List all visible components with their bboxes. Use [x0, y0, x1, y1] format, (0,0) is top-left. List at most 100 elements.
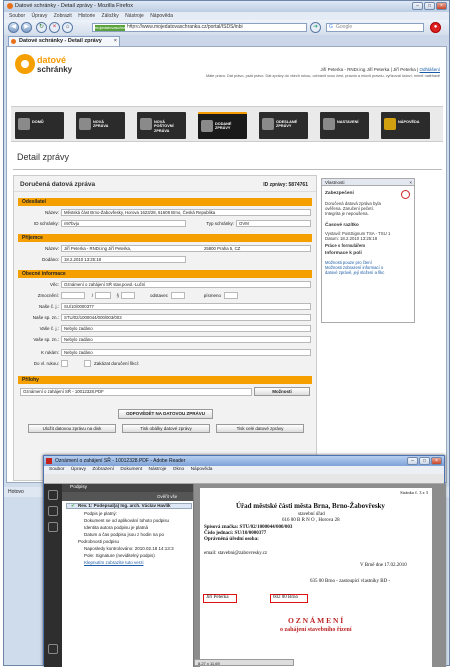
user-name: Jiří Peterka - RNDr.ing Jiří Peterka | J… [320, 67, 419, 72]
close-button[interactable]: × [436, 2, 447, 10]
menu-file[interactable]: Soubor [9, 12, 25, 20]
reader-menu-tools[interactable]: Nástroje [149, 467, 167, 472]
go-icon[interactable]: ➜ [310, 22, 321, 33]
stop-icon[interactable]: × [49, 22, 60, 33]
menu-home-button[interactable]: DOMŮ [15, 112, 64, 139]
datove-schranky-logo[interactable]: datové schránky [13, 54, 83, 76]
header-motto: Máte právo. Dát právo, psát právo. Dát z… [205, 74, 440, 78]
user-info: Jiří Peterka - RNDr.ing Jiří Peterka | J… [320, 67, 440, 72]
properties-close-icon[interactable]: × [409, 179, 412, 186]
reader-maximize-button[interactable]: □ [419, 457, 430, 465]
sig-field: Pole: Signature (neviditelný podpis) [84, 553, 155, 558]
outbox-icon [262, 118, 274, 130]
window-title: Datové schránky - Detail zprávy - Mozill… [15, 3, 133, 9]
tab-label: Datové schránky - Detail zprávy [19, 38, 102, 44]
reader-menu-help[interactable]: Nápověda [191, 467, 213, 472]
reader-close-button[interactable]: × [431, 457, 442, 465]
sender-box-field: n97bvju [61, 220, 186, 227]
sig-details[interactable]: Podrobnosti podpisu [78, 539, 119, 544]
fiction-checkbox[interactable] [84, 360, 91, 367]
menu-help-button[interactable]: NÁPOVĚDA [381, 112, 430, 139]
print-all-button[interactable]: Tisk celé datové zprávy [216, 424, 304, 433]
message-id: ID zprávy: 5874761 [263, 182, 308, 188]
maximize-button[interactable]: □ [424, 2, 435, 10]
signatures-icon[interactable] [48, 506, 58, 516]
menu-tools[interactable]: Nástroje [125, 12, 144, 20]
subject-field: Oznámení o zahájení SŘ stav.povol.-Luční [61, 281, 311, 288]
reply-button[interactable]: ODPOVĚDĚT NA DATOVOU ZPRÁVU [118, 409, 213, 419]
timestamp-text-2: Datum: 18.2.2010 13:25:18 [325, 236, 378, 241]
sender-type-field: OVM [236, 220, 311, 227]
menu-new-message-button[interactable]: NOVÁ ZPRÁVA [76, 112, 125, 139]
main-menu: DOMŮ NOVÁ ZPRÁVA NOVÁ POŠTOVNÍ ZPRÁVA DO… [11, 106, 443, 142]
tab-bar: Datové schránky - Detail zprávy × [4, 35, 449, 46]
doc-subheading: o zahájení stavebního řízení [280, 627, 352, 633]
reader-title: Oznámení o zahájení SŘ - 10012328.PDF - … [55, 458, 186, 464]
signatures-panel: Podpisy Ověřit vše ✔ Rev. 1: Podepsal(a)… [62, 484, 194, 667]
reader-menu-file[interactable]: Soubor [49, 467, 64, 472]
reader-navigation-pane [44, 484, 62, 667]
adblock-icon[interactable]: ● [430, 22, 441, 33]
save-message-button[interactable]: Uložit datovou zprávu na disk [28, 424, 116, 433]
tab-detail-zpravy[interactable]: Datové schránky - Detail zprávy × [8, 36, 120, 46]
page-info: Stránka č. 3 z 3 [400, 490, 428, 495]
menu-view[interactable]: Zobrazit [54, 12, 72, 20]
pages-icon[interactable] [48, 490, 58, 500]
comments-icon[interactable] [48, 644, 58, 654]
seal-icon [401, 190, 410, 199]
menu-edit[interactable]: Úpravy [32, 12, 48, 20]
own-hands-label: Do vl. rukou: [33, 361, 59, 366]
menu-new-postal-message-button[interactable]: NOVÁ POŠTOVNÍ ZPRÁVA [137, 112, 186, 139]
info-link-3[interactable]: datové zprávě, její složení a fikc [325, 270, 384, 275]
menu-received-messages-button[interactable]: DODANÉ ZPRÁVY [198, 112, 247, 139]
reader-menu-view[interactable]: Zobrazení [92, 467, 114, 472]
home-icon[interactable]: ⌂ [62, 22, 73, 33]
menu-sent-messages-button[interactable]: ODESLANÉ ZPRÁVY [259, 112, 308, 139]
auth-paragraph-label: § [116, 293, 119, 298]
print-envelope-button[interactable]: Tisk obálky datové zprávy [122, 424, 210, 433]
attachment-item[interactable]: Oznámení o zahájení SŘ - 10012328.PDF [20, 388, 252, 396]
back-icon[interactable]: ◀ [8, 22, 19, 33]
logout-link[interactable]: Odhlášení [419, 67, 440, 72]
tab-favicon [11, 39, 16, 44]
auth-subsection-label: odstavec [149, 293, 168, 298]
own-hands-checkbox[interactable] [61, 360, 68, 367]
your-file-label: Vaše sp. zn.: [33, 337, 59, 342]
reader-menu-window[interactable]: Okno [173, 467, 184, 472]
reader-minimize-button[interactable]: – [407, 457, 418, 465]
tab-close-icon[interactable]: × [114, 37, 117, 46]
search-input[interactable]: G Google [326, 23, 424, 32]
fiction-label: Zakázat doručení fikcí: [94, 361, 140, 366]
browser-title-bar: Datové schránky - Detail zprávy - Mozill… [4, 1, 449, 12]
message-heading: Doručená datová zpráva [20, 181, 96, 188]
inbox-icon [201, 120, 213, 132]
reader-menu-document[interactable]: Dokument [120, 467, 142, 472]
doc-recipient-name: Jiří Peterka [206, 595, 229, 600]
signature-label[interactable]: Rev. 1: Podepsal(a) Ing. arch. Václav Ha… [78, 503, 170, 508]
menu-history[interactable]: Historie [78, 12, 95, 20]
page-size-indicator: 8,27 x 11,69 [194, 659, 294, 666]
subject-label: Věc: [49, 282, 59, 287]
sig-view-version-link[interactable]: Klepnutím zobrazíte tuto verzi [84, 560, 144, 565]
verify-all-button[interactable]: Ověřit vše [62, 492, 193, 501]
menu-help[interactable]: Nápověda [150, 12, 173, 20]
attachments-icon[interactable] [48, 522, 58, 532]
address-bar[interactable]: mojedatovaschranka.cz https://www.mojeda… [92, 23, 307, 32]
forward-icon[interactable]: ▶ [21, 22, 32, 33]
reader-menu-edit[interactable]: Úpravy [71, 467, 86, 472]
auth-law-field [61, 292, 85, 299]
reload-icon[interactable]: ↻ [36, 22, 47, 33]
our-ref-label: Naše č. j.: [38, 304, 59, 309]
security-text-3: Integrita je nepoušena. [325, 211, 369, 216]
our-ref-field: SU/10/0000377 [61, 303, 311, 310]
signature-valid-icon: ✔ [71, 503, 75, 508]
section-recipient: Příjemce [18, 234, 312, 242]
menu-settings-button[interactable]: NASTAVENÍ [320, 112, 369, 139]
menu-bookmarks[interactable]: Záložky [102, 12, 119, 20]
divider [13, 169, 442, 170]
auth-letter-label: písmeno [203, 293, 221, 298]
doc-subtitle: stavební úřad [298, 512, 325, 517]
minimize-button[interactable]: – [412, 2, 423, 10]
options-button[interactable]: Možnosti [254, 387, 310, 396]
site-identity-badge[interactable]: mojedatovaschranka.cz [95, 25, 137, 31]
